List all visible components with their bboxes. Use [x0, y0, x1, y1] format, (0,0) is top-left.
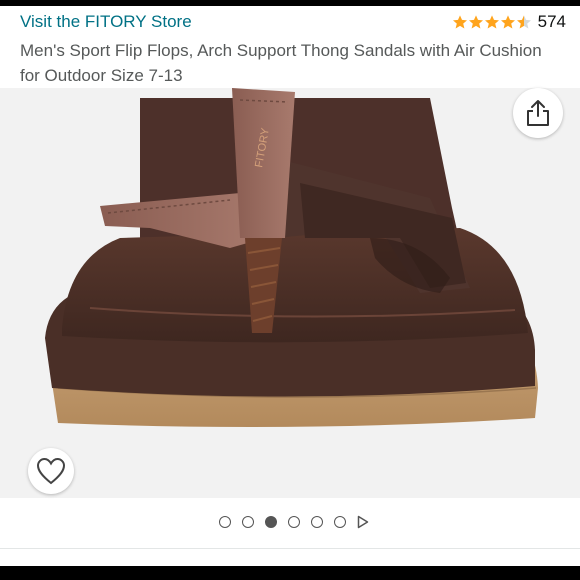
carousel-dot-active[interactable]: [265, 516, 277, 528]
bottom-edge: [0, 566, 580, 580]
share-button[interactable]: [513, 88, 563, 138]
product-image[interactable]: FITORY: [0, 88, 580, 498]
share-icon: [527, 100, 549, 126]
visit-store-link[interactable]: Visit the FITORY Store: [20, 12, 192, 32]
carousel-dot[interactable]: [288, 516, 300, 528]
heart-icon: [36, 457, 66, 485]
review-count[interactable]: 574: [538, 12, 566, 32]
sandal-image: FITORY: [45, 88, 538, 427]
image-carousel-indicator: [0, 510, 580, 534]
carousel-dot[interactable]: [311, 516, 323, 528]
rating-summary[interactable]: 574: [452, 12, 566, 32]
add-to-list-button[interactable]: [28, 448, 74, 494]
product-title: Men's Sport Flip Flops, Arch Support Tho…: [20, 41, 542, 85]
play-arrow-icon[interactable]: [357, 515, 369, 529]
star-icon: [516, 15, 531, 29]
carousel-dot[interactable]: [242, 516, 254, 528]
star-icon: [468, 15, 483, 29]
section-divider: [0, 548, 580, 549]
star-icon: [484, 15, 499, 29]
carousel-dot[interactable]: [334, 516, 346, 528]
carousel-dot[interactable]: [219, 516, 231, 528]
status-bar-edge: [0, 0, 580, 6]
star-icon: [452, 15, 467, 29]
star-icon: [500, 15, 515, 29]
star-rating: [452, 14, 532, 30]
